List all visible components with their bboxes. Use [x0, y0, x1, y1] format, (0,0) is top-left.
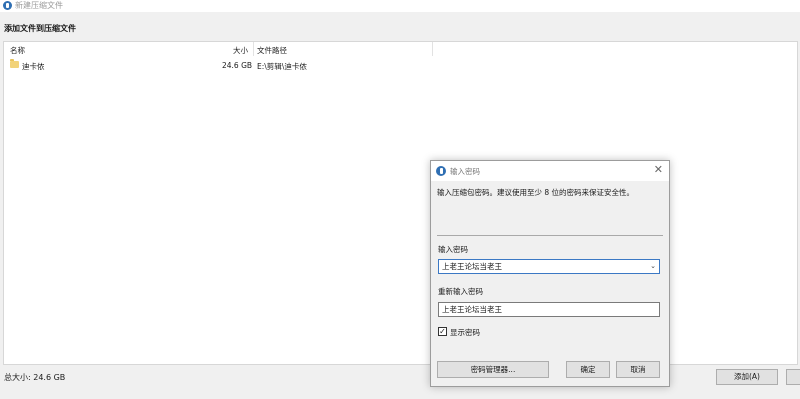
- show-password-label[interactable]: 显示密码: [450, 327, 480, 338]
- close-icon[interactable]: ✕: [654, 164, 663, 176]
- add-button[interactable]: 添加(A): [716, 369, 778, 385]
- app-icon: [3, 1, 12, 10]
- password-manager-button[interactable]: 密码管理器...: [437, 361, 549, 378]
- confirm-password-value: 上老王论坛当老王: [442, 305, 502, 314]
- file-name: 迪卡侬: [22, 62, 45, 71]
- file-list[interactable]: 名称 大小 文件路径 迪卡侬 24.6 GB E:\剪辑\迪卡侬: [3, 41, 798, 365]
- cancel-button[interactable]: 取消: [616, 361, 660, 378]
- password-input[interactable]: 上老王论坛当老王 ⌄: [438, 259, 660, 274]
- dialog-title-bar: 输入密码 ✕: [431, 161, 669, 181]
- total-size-status: 总大小: 24.6 GB: [4, 373, 66, 382]
- file-size: 24.6 GB: [222, 61, 253, 70]
- folder-icon: [10, 59, 19, 68]
- ok-button[interactable]: 确定: [566, 361, 610, 378]
- password-value: 上老王论坛当老王: [442, 262, 502, 271]
- app-icon: [436, 166, 446, 176]
- password-dialog: 输入密码 ✕ 输入压缩包密码。建议使用至少 8 位的密码来保证安全性。 输入密码…: [430, 160, 670, 387]
- title-bar: 新建压缩文件: [0, 0, 800, 12]
- dialog-title: 输入密码: [450, 167, 480, 176]
- table-row[interactable]: 迪卡侬 24.6 GB E:\剪辑\迪卡侬: [4, 59, 797, 71]
- column-size[interactable]: 大小: [233, 45, 248, 56]
- show-password-checkbox[interactable]: ✓: [438, 327, 447, 336]
- column-path[interactable]: 文件路径: [257, 45, 287, 56]
- column-name[interactable]: 名称: [10, 45, 25, 56]
- next-button[interactable]: [786, 369, 800, 385]
- column-separator[interactable]: [253, 42, 254, 56]
- confirm-password-label: 重新输入密码: [438, 287, 483, 296]
- column-header-row: 名称 大小 文件路径: [4, 42, 797, 56]
- window-title: 新建压缩文件: [15, 1, 63, 10]
- column-separator[interactable]: [432, 42, 433, 56]
- page-subtitle: 添加文件到压缩文件: [4, 24, 76, 33]
- file-path: E:\剪辑\迪卡侬: [257, 62, 307, 71]
- confirm-password-input[interactable]: 上老王论坛当老王: [438, 302, 660, 317]
- divider: [437, 235, 663, 236]
- dialog-description: 输入压缩包密码。建议使用至少 8 位的密码来保证安全性。: [437, 188, 635, 197]
- password-label: 输入密码: [438, 245, 468, 254]
- chevron-down-icon[interactable]: ⌄: [650, 260, 656, 273]
